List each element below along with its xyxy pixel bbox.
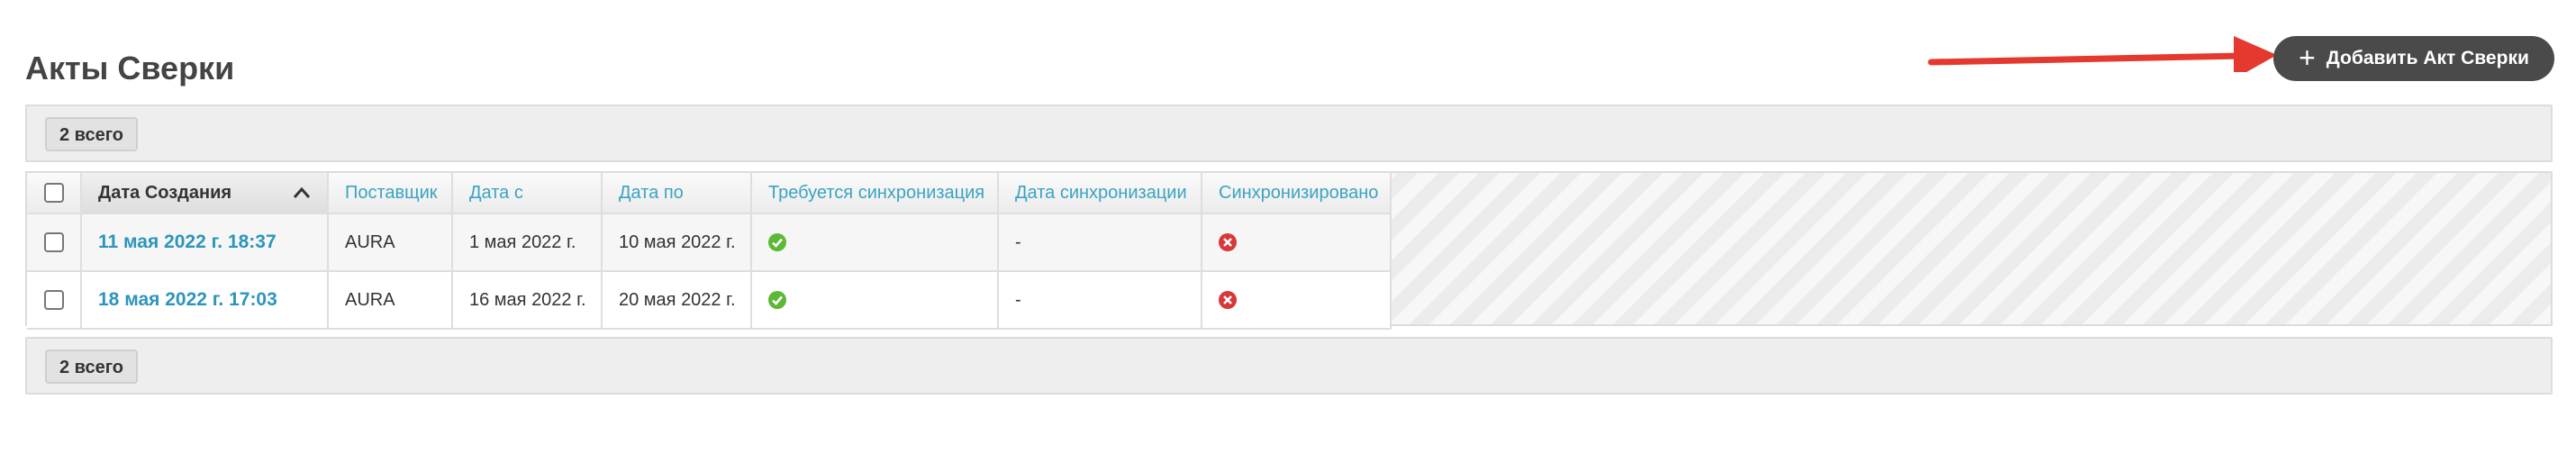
annotation-arrow	[1927, 36, 2277, 72]
column-header-synced[interactable]: Синхронизировано	[1202, 173, 1392, 214]
sync-date-cell: -	[998, 213, 1202, 272]
date-to-cell: 20 мая 2022 г.	[602, 271, 752, 330]
synced-cell	[1202, 213, 1392, 272]
date-from-cell: 1 мая 2022 г.	[452, 213, 603, 272]
date-from-cell: 16 мая 2022 г.	[452, 271, 603, 330]
sync-required-cell	[751, 213, 999, 272]
select-all-cell	[27, 173, 82, 214]
created-cell: 11 мая 2022 г. 18:37	[81, 213, 329, 272]
created-cell: 18 мая 2022 г. 17:03	[81, 271, 329, 330]
total-count-badge: 2 всего	[45, 117, 139, 151]
summary-bar-top: 2 всего	[25, 104, 2553, 162]
reconciliation-table: Дата Создания Поставщик Дата с Дата по Т…	[27, 173, 1392, 330]
created-date-link[interactable]: 18 мая 2022 г. 17:03	[98, 289, 277, 310]
add-reconciliation-button[interactable]: + Добавить Акт Сверки	[2273, 36, 2554, 81]
check-icon	[768, 291, 786, 310]
total-count-badge: 2 всего	[45, 350, 139, 384]
supplier-cell: AURA	[328, 271, 453, 330]
date-to-cell: 10 мая 2022 г.	[602, 213, 752, 272]
column-header-label: Дата Создания	[98, 182, 232, 203]
plus-icon: +	[2299, 41, 2316, 74]
data-grid: Дата Создания Поставщик Дата с Дата по Т…	[25, 171, 2553, 330]
row-checkbox[interactable]	[43, 290, 64, 311]
sort-ascending-icon	[293, 186, 311, 198]
add-button-label: Добавить Акт Сверки	[2326, 48, 2529, 68]
created-date-link[interactable]: 11 мая 2022 г. 18:37	[98, 232, 277, 252]
column-header-sync-date[interactable]: Дата синхронизации	[998, 173, 1202, 214]
select-all-checkbox[interactable]	[43, 183, 64, 204]
row-checkbox[interactable]	[43, 232, 64, 253]
column-header-sync-required[interactable]: Требуется синхронизация	[751, 173, 999, 214]
table-row: 11 мая 2022 г. 18:37 AURA 1 мая 2022 г. …	[27, 213, 1392, 272]
synced-cell	[1202, 271, 1392, 330]
row-select-cell	[27, 271, 82, 330]
supplier-cell: AURA	[328, 213, 453, 272]
column-header-date-from[interactable]: Дата с	[452, 173, 603, 214]
sync-date-cell: -	[998, 271, 1202, 330]
summary-bar-bottom: 2 всего	[25, 337, 2553, 395]
table-header-row: Дата Создания Поставщик Дата с Дата по Т…	[27, 173, 1392, 214]
table-row: 18 мая 2022 г. 17:03 AURA 16 мая 2022 г.…	[27, 271, 1392, 330]
cross-icon	[1219, 291, 1237, 310]
column-header-created[interactable]: Дата Создания	[81, 173, 329, 214]
sync-required-cell	[751, 271, 999, 330]
column-header-supplier[interactable]: Поставщик	[328, 173, 453, 214]
cross-icon	[1219, 233, 1237, 252]
column-header-date-to[interactable]: Дата по	[602, 173, 752, 214]
row-select-cell	[27, 213, 82, 272]
page-title: Акты Сверки	[25, 50, 235, 86]
check-icon	[768, 233, 786, 252]
